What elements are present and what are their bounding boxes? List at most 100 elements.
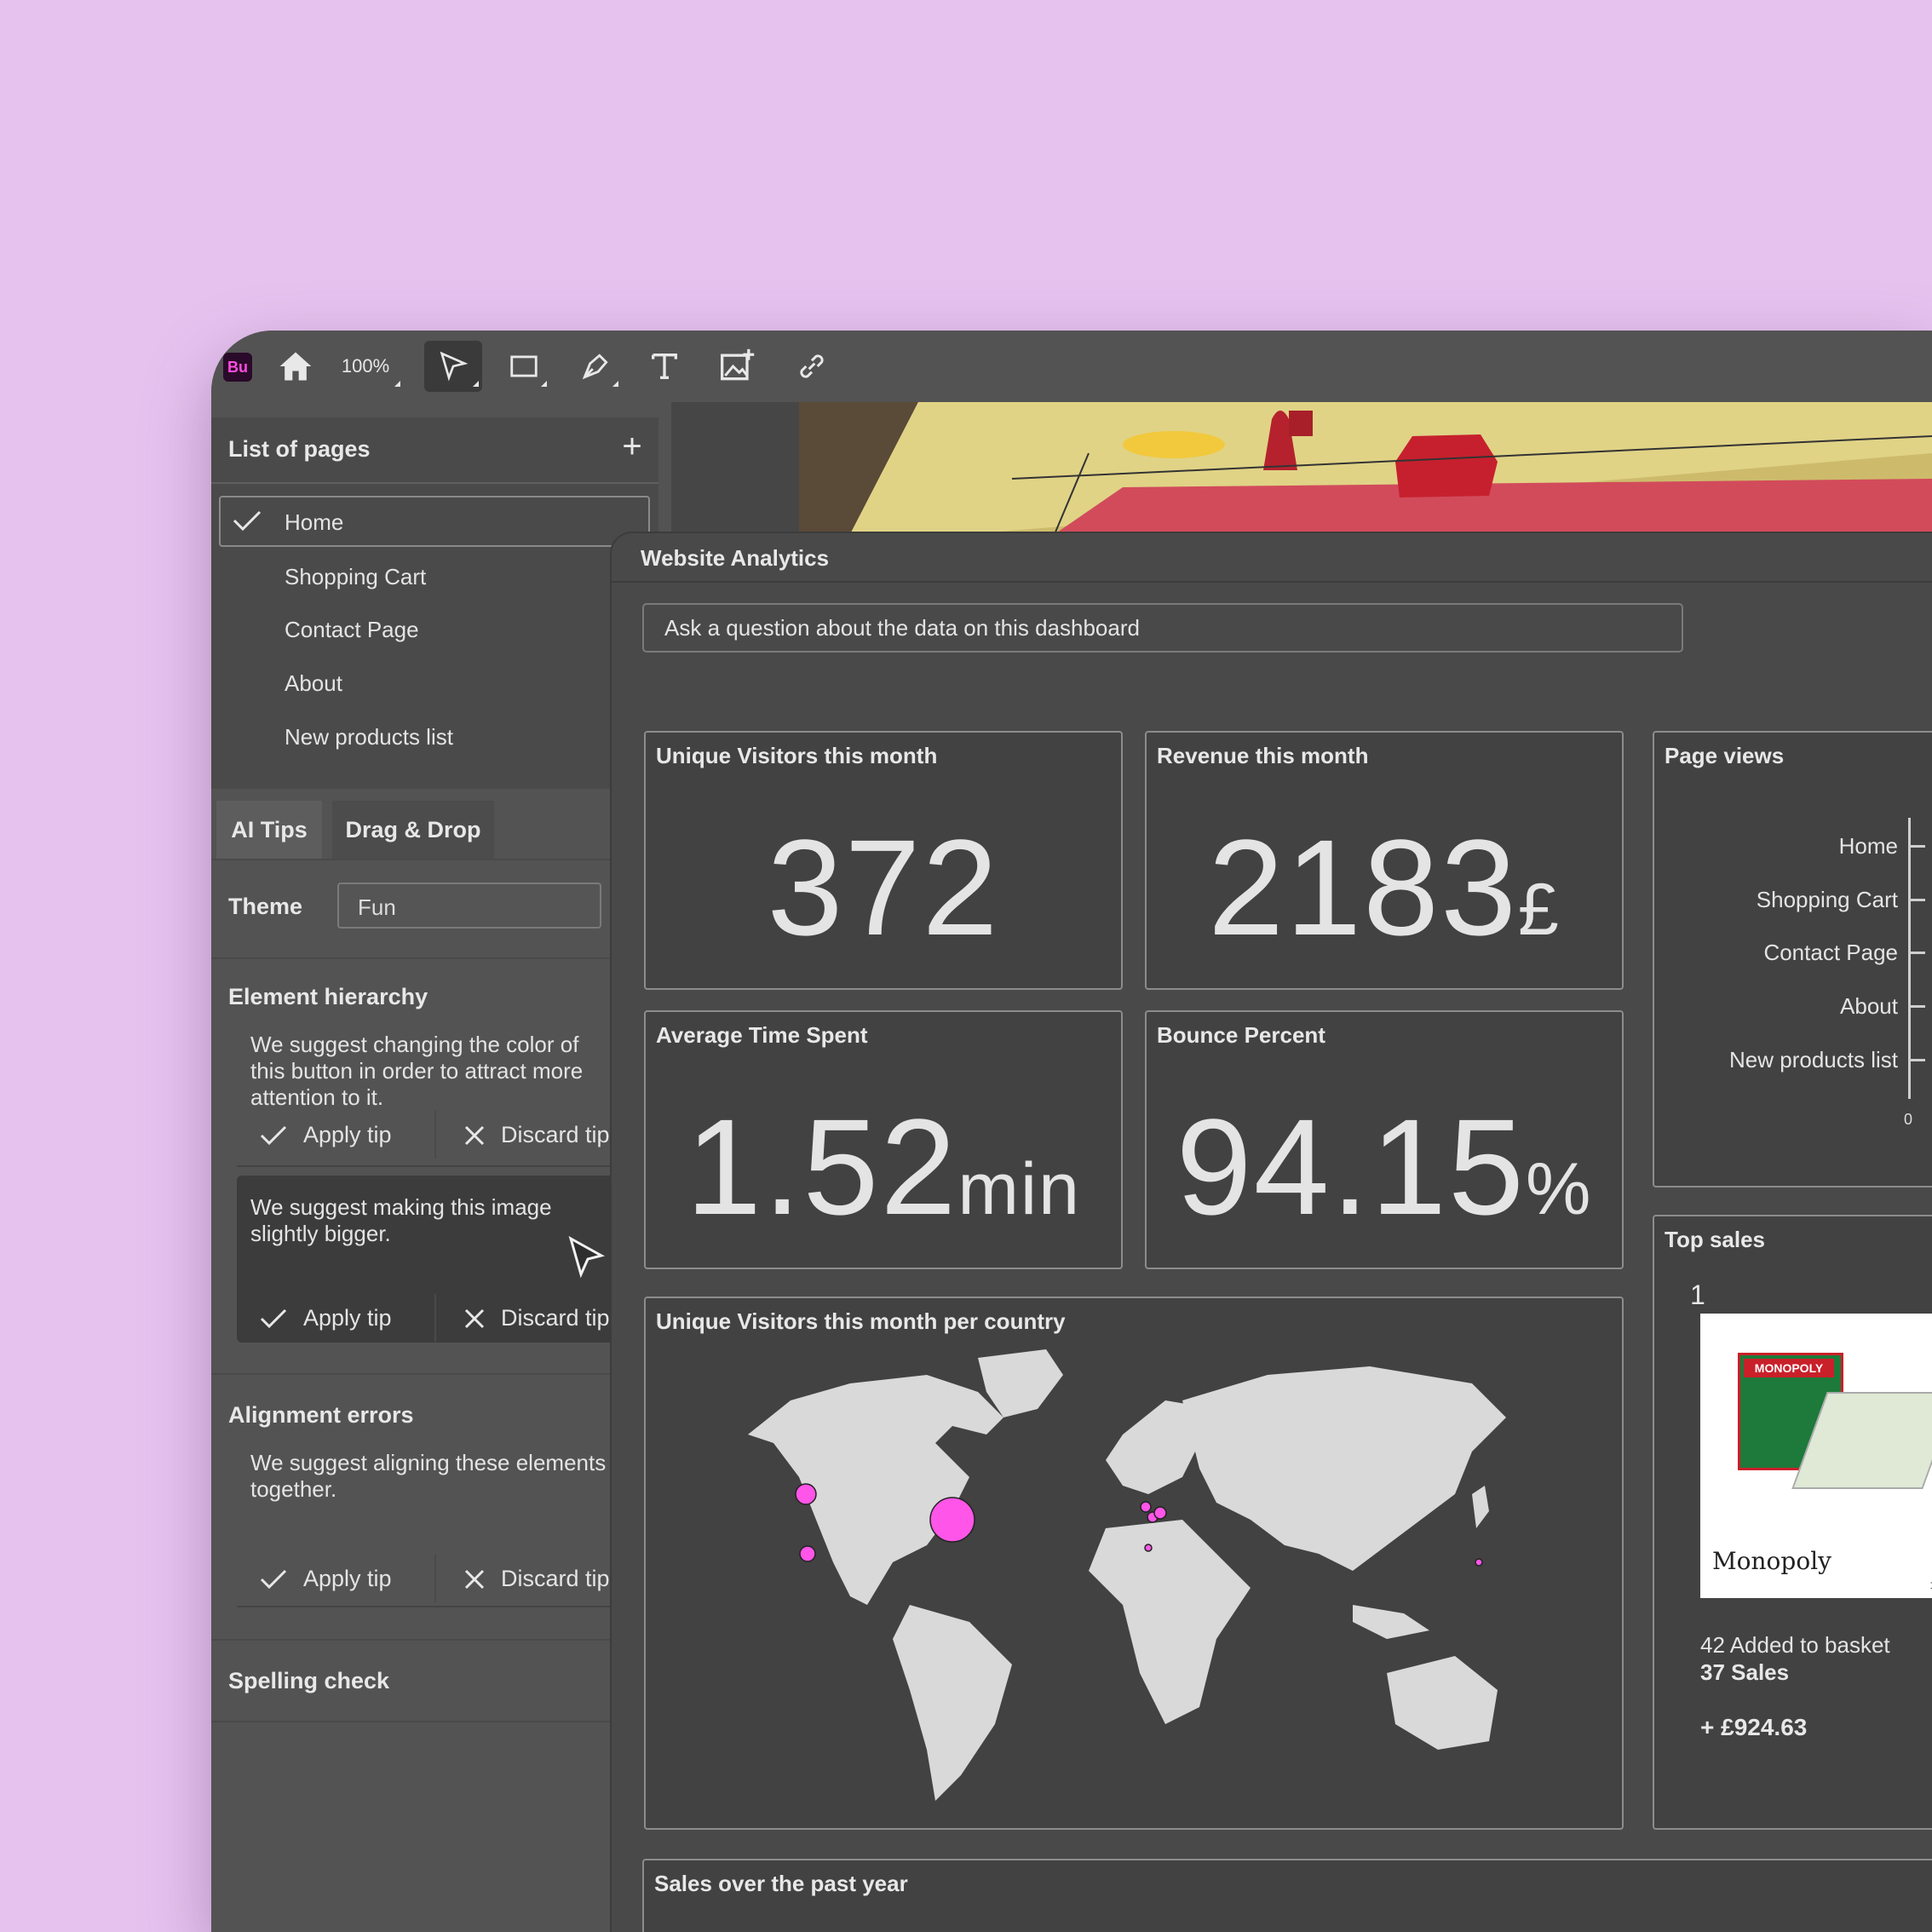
apply-tip-button[interactable]: Apply tip [259,1122,392,1148]
section-title-element-hierarchy: Element hierarchy [228,984,428,1009]
map-card: Unique Visitors this month per country [644,1297,1624,1830]
chart-tick [1910,899,1925,901]
page-views-label: New products list [1729,1047,1898,1072]
divider [211,1639,612,1641]
visitor-bubble [795,1483,817,1505]
sales-count: 37 Sales [1700,1659,1790,1685]
divider [237,1606,612,1607]
discard-tip-button[interactable]: Discard tip [463,1305,610,1331]
page-views-card: Page views Home Shopping Cart Contact Pa… [1653,731,1932,1187]
zoom-dropdown[interactable]: 100% [327,341,404,392]
ask-question-input[interactable]: Ask a question about the data on this da… [642,603,1683,653]
map-north-america [748,1375,1003,1605]
map-africa [1089,1520,1251,1724]
kpi-card-bounce: Bounce Percent 94.15% [1145,1010,1624,1269]
visitor-bubble [1153,1506,1167,1520]
analytics-title: Website Analytics [641,545,830,571]
tip-text: We suggest making this image slightly bi… [250,1194,552,1246]
discard-tip-label: Discard tip [501,1305,610,1331]
sales-chart-title: Sales over the past year [654,1871,908,1896]
pen-tool-button[interactable] [569,341,622,392]
divider [211,1373,612,1375]
chart-tick [1910,845,1925,848]
page-views-label: Home [1838,833,1898,859]
dropdown-corner-icon [541,381,547,387]
kpi-title: Bounce Percent [1157,1022,1325,1048]
dropdown-corner-icon [473,381,479,387]
page-item-contact-page[interactable]: Contact Page [285,617,419,643]
apply-tip-button[interactable]: Apply tip [259,1305,392,1331]
map-asia [1182,1366,1506,1571]
page-views-label: Shopping Cart [1756,887,1898,912]
tip-text: We suggest aligning these elements toget… [250,1450,607,1502]
page-item-home[interactable]: Home [285,509,343,536]
analytics-panel: Website Analytics Ask a question about t… [610,532,1932,1932]
tab-drag-drop[interactable]: Drag & Drop [332,801,494,859]
tips-panel: AI Tips Drag & Drop Theme Fun Element hi… [211,801,629,1932]
page-views-label: About [1840,993,1898,1019]
discard-tip-button[interactable]: Discard tip [463,1122,610,1148]
board-game-photo [799,402,1932,534]
add-page-button[interactable]: + [615,429,649,463]
select-arrow-icon [440,351,469,382]
select-tool-button[interactable] [424,341,482,392]
chart-tick [1910,1059,1925,1061]
map-japan [1472,1486,1489,1528]
world-map [748,1349,1506,1801]
link-button[interactable] [791,341,833,392]
page-item-new-products-list[interactable]: New products list [285,724,453,750]
kpi-card-visitors: Unique Visitors this month 372 [644,731,1123,990]
discard-tip-label: Discard tip [501,1566,610,1591]
kpi-title: Unique Visitors this month [656,743,938,768]
visitor-bubble [799,1545,816,1562]
kpi-number: 1.52 [686,1090,958,1243]
add-image-button[interactable] [714,341,762,392]
chart-tick [1910,952,1925,954]
close-icon [464,1308,485,1328]
app-window: Bu 100% List of pages + Home Shopping Ca… [211,331,1932,1932]
kpi-value: 2183£ [1147,809,1622,966]
product-image[interactable]: MONOPOLY Monopoly £ [1700,1314,1932,1598]
theme-select[interactable]: Fun [337,883,601,929]
apply-tip-button[interactable]: Apply tip [259,1566,392,1592]
page-item-about[interactable]: About [285,670,342,697]
kpi-card-revenue: Revenue this month 2183£ [1145,731,1624,990]
kpi-value: 94.15% [1147,1089,1622,1245]
rectangle-tool-button[interactable] [497,341,550,392]
kpi-unit: min [957,1148,1081,1230]
check-icon [260,1569,287,1589]
apply-tip-label: Apply tip [303,1122,392,1147]
map-australia [1387,1656,1498,1750]
kpi-title: Average Time Spent [656,1022,868,1048]
map-indonesia [1353,1605,1429,1639]
text-tool-button[interactable] [642,341,687,392]
box-brand: MONOPOLY [1744,1359,1834,1377]
sales-revenue: + £924.63 [1700,1714,1808,1740]
divider [211,957,612,959]
pages-panel-title: List of pages [228,436,371,462]
kpi-unit: % [1525,1148,1593,1230]
page-item-home-selected[interactable] [219,496,650,547]
sales-rank: 1 [1690,1279,1705,1310]
pen-icon [582,354,608,380]
discard-tip-button[interactable]: Discard tip [463,1566,610,1592]
kpi-number: 94.15 [1176,1090,1526,1243]
dropdown-corner-icon [612,381,618,387]
visitor-bubble [1140,1501,1152,1513]
visitor-bubble [929,1497,975,1543]
home-icon [279,352,312,381]
kpi-card-time: Average Time Spent 1.52min [644,1010,1123,1269]
close-icon [464,1125,485,1145]
visitor-bubble [1144,1544,1153,1552]
top-sales-card: Top sales 1 MONOPOLY Monopoly £ 42 Added… [1653,1215,1932,1830]
home-button[interactable] [273,341,319,392]
tab-ai-tips[interactable]: AI Tips [216,801,322,859]
product-name: Monopoly [1712,1547,1831,1575]
toolbar: Bu 100% [211,331,1932,402]
divider [434,1111,436,1159]
canvas-area [671,402,799,534]
divider [237,1165,612,1167]
page-item-shopping-cart[interactable]: Shopping Cart [285,564,426,590]
added-to-basket: 42 Added to basket [1700,1632,1890,1658]
kpi-number: 372 [767,811,1000,963]
